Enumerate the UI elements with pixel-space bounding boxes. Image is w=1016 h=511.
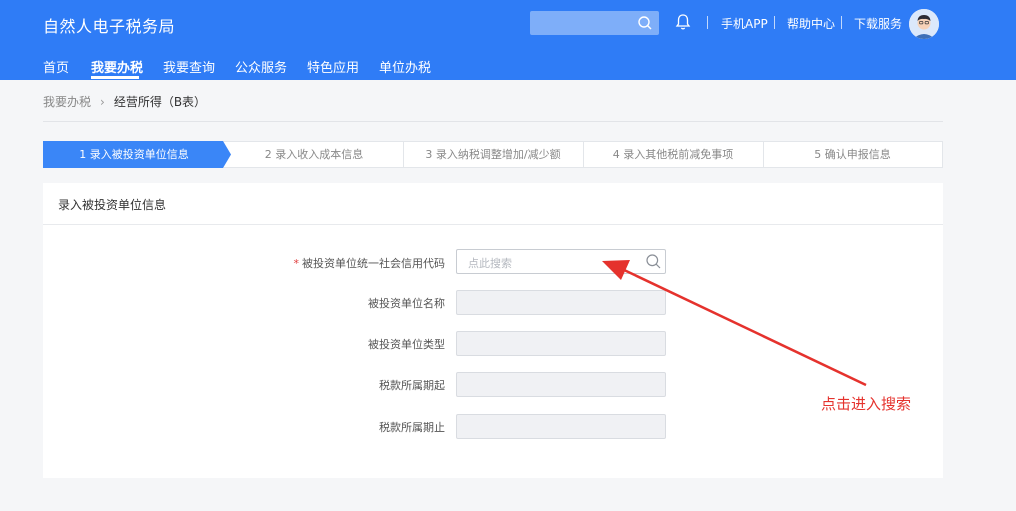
divider <box>707 16 708 29</box>
investee-name-label: 被投资单位名称 <box>368 297 445 310</box>
user-avatar[interactable] <box>909 9 939 39</box>
step-1[interactable]: 1 录入被投资单位信息 <box>44 142 224 167</box>
divider <box>774 16 775 29</box>
search-placeholder: 点此搜索 <box>468 257 512 270</box>
nav-active-indicator <box>91 76 139 79</box>
divider <box>43 121 943 122</box>
investee-type-label: 被投资单位类型 <box>368 338 445 351</box>
divider <box>841 16 842 29</box>
credit-code-label: * 被投资单位统一社会信用代码 <box>293 257 446 270</box>
period-start-field <box>456 372 666 397</box>
nav-query[interactable]: 我要查询 <box>163 57 215 76</box>
header-search-input[interactable] <box>530 11 659 35</box>
mobile-app-link[interactable]: 手机APP <box>721 15 768 32</box>
help-center-link[interactable]: 帮助中心 <box>787 15 835 32</box>
required-marker: * <box>293 257 300 270</box>
annotation-text: 点击进入搜索 <box>821 395 912 413</box>
download-service-link[interactable]: 下载服务 <box>854 15 902 32</box>
top-header: 自然人电子税务局 手机APP 帮助中心 下载服务 首页 我要办税 我要查询 公众… <box>0 0 1016 80</box>
divider <box>43 224 943 225</box>
period-end-field <box>456 414 666 439</box>
investee-type-field <box>456 331 666 356</box>
search-icon[interactable] <box>637 15 653 31</box>
app-title: 自然人电子税务局 <box>43 17 176 36</box>
breadcrumb: 我要办税 › 经营所得（B表） <box>43 93 206 110</box>
nav-featured-apps[interactable]: 特色应用 <box>307 57 359 76</box>
panel-title: 录入被投资单位信息 <box>58 198 167 212</box>
nav-tax-handling[interactable]: 我要办税 <box>91 57 143 76</box>
period-end-label: 税款所属期止 <box>379 421 445 434</box>
search-icon[interactable] <box>645 253 662 270</box>
credit-code-search-input[interactable]: 点此搜索 <box>456 249 666 274</box>
bell-icon[interactable] <box>675 13 691 31</box>
avatar-icon <box>909 9 939 39</box>
breadcrumb-current: 经营所得（B表） <box>113 95 207 109</box>
step-progress-bar: 1 录入被投资单位信息 2 录入收入成本信息 3 录入纳税调整增加/减少额 4 … <box>43 141 943 168</box>
period-start-label: 税款所属期起 <box>379 379 445 392</box>
step-2[interactable]: 2 录入收入成本信息 <box>224 142 404 167</box>
chevron-right-icon: › <box>100 95 105 109</box>
nav-home[interactable]: 首页 <box>43 57 69 76</box>
investee-name-field <box>456 290 666 315</box>
nav-unit-tax[interactable]: 单位办税 <box>379 57 431 76</box>
step-4[interactable]: 4 录入其他税前减免事项 <box>583 142 763 167</box>
breadcrumb-parent[interactable]: 我要办税 <box>43 95 91 109</box>
step-3[interactable]: 3 录入纳税调整增加/减少额 <box>403 142 583 167</box>
nav-public-service[interactable]: 公众服务 <box>235 57 287 76</box>
step-5[interactable]: 5 确认申报信息 <box>763 142 942 167</box>
